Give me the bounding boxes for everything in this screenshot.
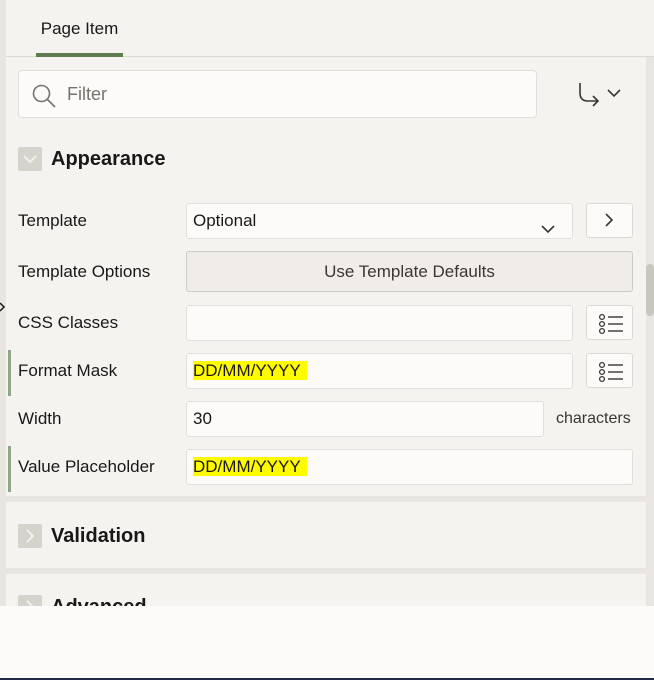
format-mask-list-button[interactable] [586,353,633,388]
template-select[interactable]: Optional [186,203,573,239]
template-options-label: Template Options [18,262,151,281]
width-input[interactable]: 30 [186,401,544,437]
format-mask-input[interactable]: DD/MM/YYYY [186,353,573,389]
width-label: Width [18,409,62,428]
tab-page-item[interactable]: Page Item [36,0,123,57]
property-editor: Appearance Template Optional Template Op… [6,57,646,606]
chevron-down-icon[interactable] [18,147,42,171]
splitter-arrow-icon[interactable] [0,298,6,318]
search-icon [31,83,57,114]
chevron-right-icon[interactable] [18,524,42,548]
filter-box [18,70,537,118]
section-header-advanced[interactable]: Advanced [6,585,646,606]
section-title-validation: Validation [51,525,146,547]
footer-area [0,606,654,678]
value-placeholder-input[interactable]: DD/MM/YYYY [186,449,633,485]
section-divider [6,496,646,502]
chevron-right-icon[interactable] [18,595,42,606]
chevron-down-icon [540,214,556,248]
css-classes-list-button[interactable] [586,305,633,340]
go-to-group-button[interactable] [576,81,626,107]
changed-marker [8,350,11,396]
template-value: Optional [193,211,257,230]
section-title-advanced: Advanced [51,596,147,606]
template-go-button[interactable] [586,203,633,238]
format-mask-label: Format Mask [18,361,118,380]
value-placeholder-label: Value Placeholder [18,457,155,476]
width-unit: characters [556,410,631,427]
template-label: Template [18,211,87,230]
go-to-arrow-icon [576,83,626,111]
css-classes-input[interactable] [186,305,573,341]
format-mask-value: DD/MM/YYYY [193,361,307,380]
section-title-appearance: Appearance [51,148,166,170]
css-classes-label: CSS Classes [18,313,119,332]
section-header-appearance[interactable]: Appearance [6,137,646,181]
use-template-defaults-button[interactable]: Use Template Defaults [186,251,633,292]
section-header-validation[interactable]: Validation [6,514,646,558]
tab-bar: Page Item [6,0,654,57]
section-divider [6,568,646,574]
value-placeholder-value: DD/MM/YYYY [193,457,307,476]
filter-input[interactable] [67,79,517,109]
scrollbar-thumb[interactable] [646,264,654,316]
changed-marker [8,446,11,492]
